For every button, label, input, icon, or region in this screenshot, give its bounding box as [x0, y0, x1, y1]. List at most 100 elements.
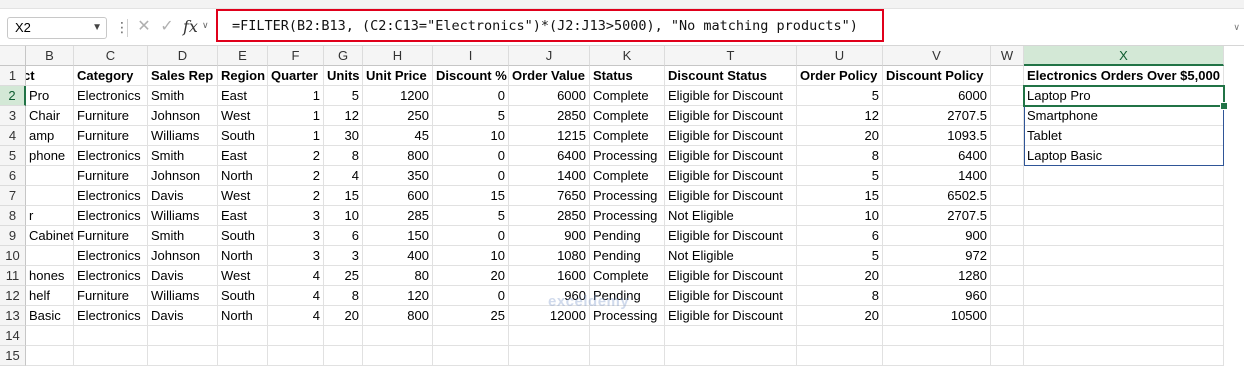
- data-cell[interactable]: North: [218, 166, 268, 186]
- data-cell[interactable]: [991, 86, 1024, 106]
- data-cell[interactable]: 6400: [883, 146, 991, 166]
- header-cell[interactable]: Order Value: [509, 66, 590, 86]
- filter-result-cell[interactable]: Laptop Pro: [1024, 86, 1224, 106]
- data-cell[interactable]: Complete: [590, 86, 665, 106]
- enter-check-icon[interactable]: ✓: [157, 15, 177, 39]
- column-header[interactable]: J: [509, 46, 590, 66]
- row-header[interactable]: 11: [0, 266, 26, 286]
- data-cell[interactable]: Williams: [148, 206, 218, 226]
- empty-cell[interactable]: [324, 346, 363, 366]
- data-cell[interactable]: 1600: [509, 266, 590, 286]
- empty-cell[interactable]: [26, 346, 74, 366]
- empty-cell[interactable]: [26, 326, 74, 346]
- column-header[interactable]: E: [218, 46, 268, 66]
- data-cell[interactable]: North: [218, 306, 268, 326]
- empty-cell[interactable]: [665, 346, 797, 366]
- data-cell[interactable]: 5: [433, 106, 509, 126]
- filter-result-cell[interactable]: [1024, 206, 1224, 226]
- data-cell[interactable]: 0: [433, 86, 509, 106]
- data-cell[interactable]: 20: [797, 126, 883, 146]
- data-cell[interactable]: Not Eligible: [665, 246, 797, 266]
- data-cell[interactable]: 12000: [509, 306, 590, 326]
- column-header[interactable]: G: [324, 46, 363, 66]
- data-cell[interactable]: 1215: [509, 126, 590, 146]
- data-cell[interactable]: Processing: [590, 186, 665, 206]
- data-cell[interactable]: Electronics: [74, 246, 148, 266]
- data-cell[interactable]: Electronics: [74, 186, 148, 206]
- data-cell[interactable]: East: [218, 146, 268, 166]
- filter-result-cell[interactable]: [1024, 286, 1224, 306]
- data-cell[interactable]: 1400: [883, 166, 991, 186]
- header-cell[interactable]: Sales Rep: [148, 66, 218, 86]
- header-cell[interactable]: Discount Policy: [883, 66, 991, 86]
- empty-cell[interactable]: [268, 346, 324, 366]
- data-cell[interactable]: South: [218, 286, 268, 306]
- data-cell[interactable]: Furniture: [74, 106, 148, 126]
- data-cell[interactable]: 2707.5: [883, 106, 991, 126]
- data-cell[interactable]: Processing: [590, 206, 665, 226]
- header-cell[interactable]: Electronics Orders Over $5,000: [1024, 66, 1224, 86]
- empty-cell[interactable]: [324, 326, 363, 346]
- data-cell[interactable]: 15: [797, 186, 883, 206]
- data-cell[interactable]: Pending: [590, 226, 665, 246]
- data-cell[interactable]: Electronics: [74, 206, 148, 226]
- data-cell[interactable]: Johnson: [148, 166, 218, 186]
- empty-cell[interactable]: [218, 326, 268, 346]
- data-cell[interactable]: 8: [797, 286, 883, 306]
- data-cell[interactable]: Williams: [148, 126, 218, 146]
- data-cell[interactable]: East: [218, 86, 268, 106]
- data-cell[interactable]: [991, 106, 1024, 126]
- data-cell[interactable]: 0: [433, 166, 509, 186]
- data-cell[interactable]: Processing: [590, 146, 665, 166]
- data-cell[interactable]: r: [26, 206, 74, 226]
- data-cell[interactable]: 6000: [883, 86, 991, 106]
- row-header[interactable]: 5: [0, 146, 26, 166]
- data-cell[interactable]: 10: [433, 246, 509, 266]
- filter-result-cell[interactable]: [1024, 166, 1224, 186]
- formula-input-highlight[interactable]: =FILTER(B2:B13, (C2:C13="Electronics")*(…: [216, 9, 884, 42]
- filter-result-cell[interactable]: [1024, 186, 1224, 206]
- data-cell[interactable]: Eligible for Discount: [665, 86, 797, 106]
- data-cell[interactable]: 5: [797, 166, 883, 186]
- empty-cell[interactable]: [433, 346, 509, 366]
- data-cell[interactable]: [991, 146, 1024, 166]
- data-cell[interactable]: Eligible for Discount: [665, 266, 797, 286]
- data-cell[interactable]: West: [218, 266, 268, 286]
- data-cell[interactable]: South: [218, 226, 268, 246]
- data-cell[interactable]: 25: [324, 266, 363, 286]
- data-cell[interactable]: Pending: [590, 286, 665, 306]
- data-cell[interactable]: Furniture: [74, 166, 148, 186]
- data-cell[interactable]: 30: [324, 126, 363, 146]
- data-cell[interactable]: 600: [363, 186, 433, 206]
- data-cell[interactable]: Complete: [590, 126, 665, 146]
- data-cell[interactable]: Davis: [148, 306, 218, 326]
- data-cell[interactable]: 400: [363, 246, 433, 266]
- data-cell[interactable]: 7650: [509, 186, 590, 206]
- data-cell[interactable]: [991, 246, 1024, 266]
- data-cell[interactable]: 1: [268, 106, 324, 126]
- data-cell[interactable]: 960: [883, 286, 991, 306]
- data-cell[interactable]: 6: [797, 226, 883, 246]
- data-cell[interactable]: amp: [26, 126, 74, 146]
- data-cell[interactable]: 4: [324, 166, 363, 186]
- column-header[interactable]: X: [1024, 46, 1224, 66]
- data-cell[interactable]: Eligible for Discount: [665, 166, 797, 186]
- data-cell[interactable]: Johnson: [148, 106, 218, 126]
- data-cell[interactable]: 1080: [509, 246, 590, 266]
- row-header[interactable]: 12: [0, 286, 26, 306]
- data-cell[interactable]: Eligible for Discount: [665, 126, 797, 146]
- expand-formula-bar-icon[interactable]: ∨: [1233, 22, 1240, 33]
- data-cell[interactable]: [991, 306, 1024, 326]
- filter-result-cell[interactable]: Laptop Basic: [1024, 146, 1224, 166]
- data-cell[interactable]: 12: [324, 106, 363, 126]
- data-cell[interactable]: 1200: [363, 86, 433, 106]
- data-cell[interactable]: 20: [797, 306, 883, 326]
- row-header[interactable]: 13: [0, 306, 26, 326]
- data-cell[interactable]: East: [218, 206, 268, 226]
- data-cell[interactable]: 2: [268, 166, 324, 186]
- data-cell[interactable]: Eligible for Discount: [665, 146, 797, 166]
- data-cell[interactable]: Complete: [590, 106, 665, 126]
- data-cell[interactable]: Davis: [148, 266, 218, 286]
- data-cell[interactable]: [991, 286, 1024, 306]
- data-cell[interactable]: 2707.5: [883, 206, 991, 226]
